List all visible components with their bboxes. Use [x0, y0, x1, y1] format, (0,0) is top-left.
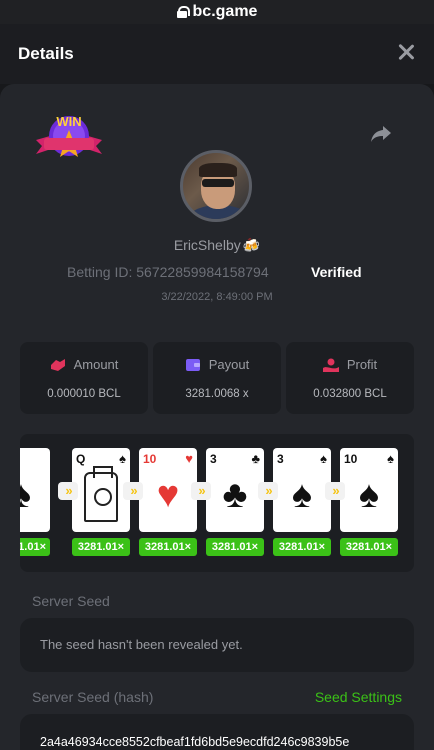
card-rank: 3 — [210, 452, 217, 466]
playing-card: 3 ♣ ♣ — [206, 448, 264, 532]
stat-card-payout: Payout 3281.0068 x — [153, 342, 281, 414]
playing-card: Q ♠ — [72, 448, 130, 532]
username: EricShelby 🍻 — [0, 237, 434, 254]
multiplier-pill: 3281.01× — [273, 538, 331, 556]
stat-label-profit: Profit — [346, 357, 378, 372]
playing-card: 10 ♠ ♠ — [340, 448, 398, 532]
betting-id-value: 56722859984158794 — [136, 264, 269, 280]
card-big-suit-icon: ♠ — [358, 474, 380, 516]
multiplier-pill: 3281.01× — [20, 538, 50, 556]
king-face-icon — [84, 466, 118, 522]
avatar-glasses — [202, 179, 234, 187]
stat-card-profit: Profit 0.032800 BCL — [286, 342, 414, 414]
multiplier-pill: 3281.01× — [72, 538, 130, 556]
server-seed-hash-value: 2a4a46934cce8552cfbeaf1fd6bd5e9ecdfd246c… — [40, 735, 350, 749]
multiplier-pill: 3281.01× — [206, 538, 264, 556]
betting-id-label: Betting ID: — [67, 264, 133, 280]
server-seed-field: The seed hasn't been revealed yet. — [20, 618, 414, 672]
win-badge-icon: WIN — [36, 114, 102, 157]
card-rank: 3 — [277, 452, 284, 466]
betting-id: Betting ID: 56722859984158794 — [67, 264, 269, 280]
playing-card: ♠ — [20, 448, 50, 532]
modal-header: Details — [0, 24, 434, 84]
double-chevron-icon: » — [58, 482, 78, 500]
stat-label-amount: Amount — [73, 357, 119, 372]
win-badge-text: WIN — [56, 114, 81, 129]
multiplier-pill: 3281.01× — [139, 538, 197, 556]
share-icon[interactable] — [370, 125, 392, 143]
lock-icon — [176, 6, 190, 18]
profit-icon — [322, 358, 339, 372]
playing-card: 3 ♠ ♠ — [273, 448, 331, 532]
modal-title: Details — [18, 44, 74, 63]
browser-url: bc.game — [192, 3, 258, 20]
amount-icon — [50, 358, 65, 371]
card-big-suit-icon: ♣ — [222, 474, 248, 516]
timestamp: 3/22/2022, 8:49:00 PM — [161, 291, 273, 303]
browser-address-bar[interactable]: bc.game — [0, 0, 434, 24]
server-seed-hash-label: Server Seed (hash) — [32, 689, 154, 705]
verified-label[interactable]: Verified — [311, 264, 362, 280]
double-chevron-icon: » — [258, 482, 278, 500]
double-chevron-icon: » — [325, 482, 345, 500]
server-seed-label: Server Seed — [32, 593, 110, 609]
double-chevron-icon: » — [191, 482, 211, 500]
card-suit-icon: ♠ — [320, 451, 327, 466]
card-suit-icon: ♣ — [251, 451, 260, 466]
server-seed-hash-field[interactable]: 2a4a46934cce8552cfbeaf1fd6bd5e9ecdfd246c… — [20, 714, 414, 750]
close-icon[interactable] — [398, 44, 414, 60]
cards-strip: ♠ Q ♠ 10 ♥ ♥ 3 ♣ ♣ 3 ♠ ♠ 10 ♠ ♠ » » » » … — [20, 434, 414, 572]
card-rank: Q — [76, 452, 86, 466]
card-suit-icon: ♥ — [185, 451, 193, 466]
card-big-suit-icon: ♠ — [291, 474, 313, 516]
stat-label-payout: Payout — [208, 357, 250, 372]
card-suit-icon: ♠ — [387, 451, 394, 466]
double-chevron-icon: » — [123, 482, 143, 500]
seed-settings-link[interactable]: Seed Settings — [315, 689, 402, 705]
card-suit-icon: ♠ — [20, 474, 32, 516]
multiplier-pill: 3281.01× — [340, 538, 398, 556]
stat-value-profit: 0.032800 BCL — [313, 388, 387, 400]
avatar-hair — [199, 163, 237, 177]
card-suit-icon: ♠ — [119, 451, 126, 466]
stat-card-amount: Amount 0.000010 BCL — [20, 342, 148, 414]
stat-value-amount: 0.000010 BCL — [47, 388, 121, 400]
card-rank: 10 — [344, 452, 358, 466]
username-text: EricShelby — [173, 237, 241, 253]
avatar — [180, 150, 252, 222]
stat-value-payout: 3281.0068 x — [185, 388, 249, 400]
beer-icon: 🍻 — [242, 237, 261, 253]
playing-card: 10 ♥ ♥ — [139, 448, 197, 532]
card-rank: 10 — [143, 452, 157, 466]
server-seed-value: The seed hasn't been revealed yet. — [40, 637, 243, 652]
card-big-suit-icon: ♥ — [156, 474, 180, 516]
wallet-icon — [185, 358, 200, 371]
